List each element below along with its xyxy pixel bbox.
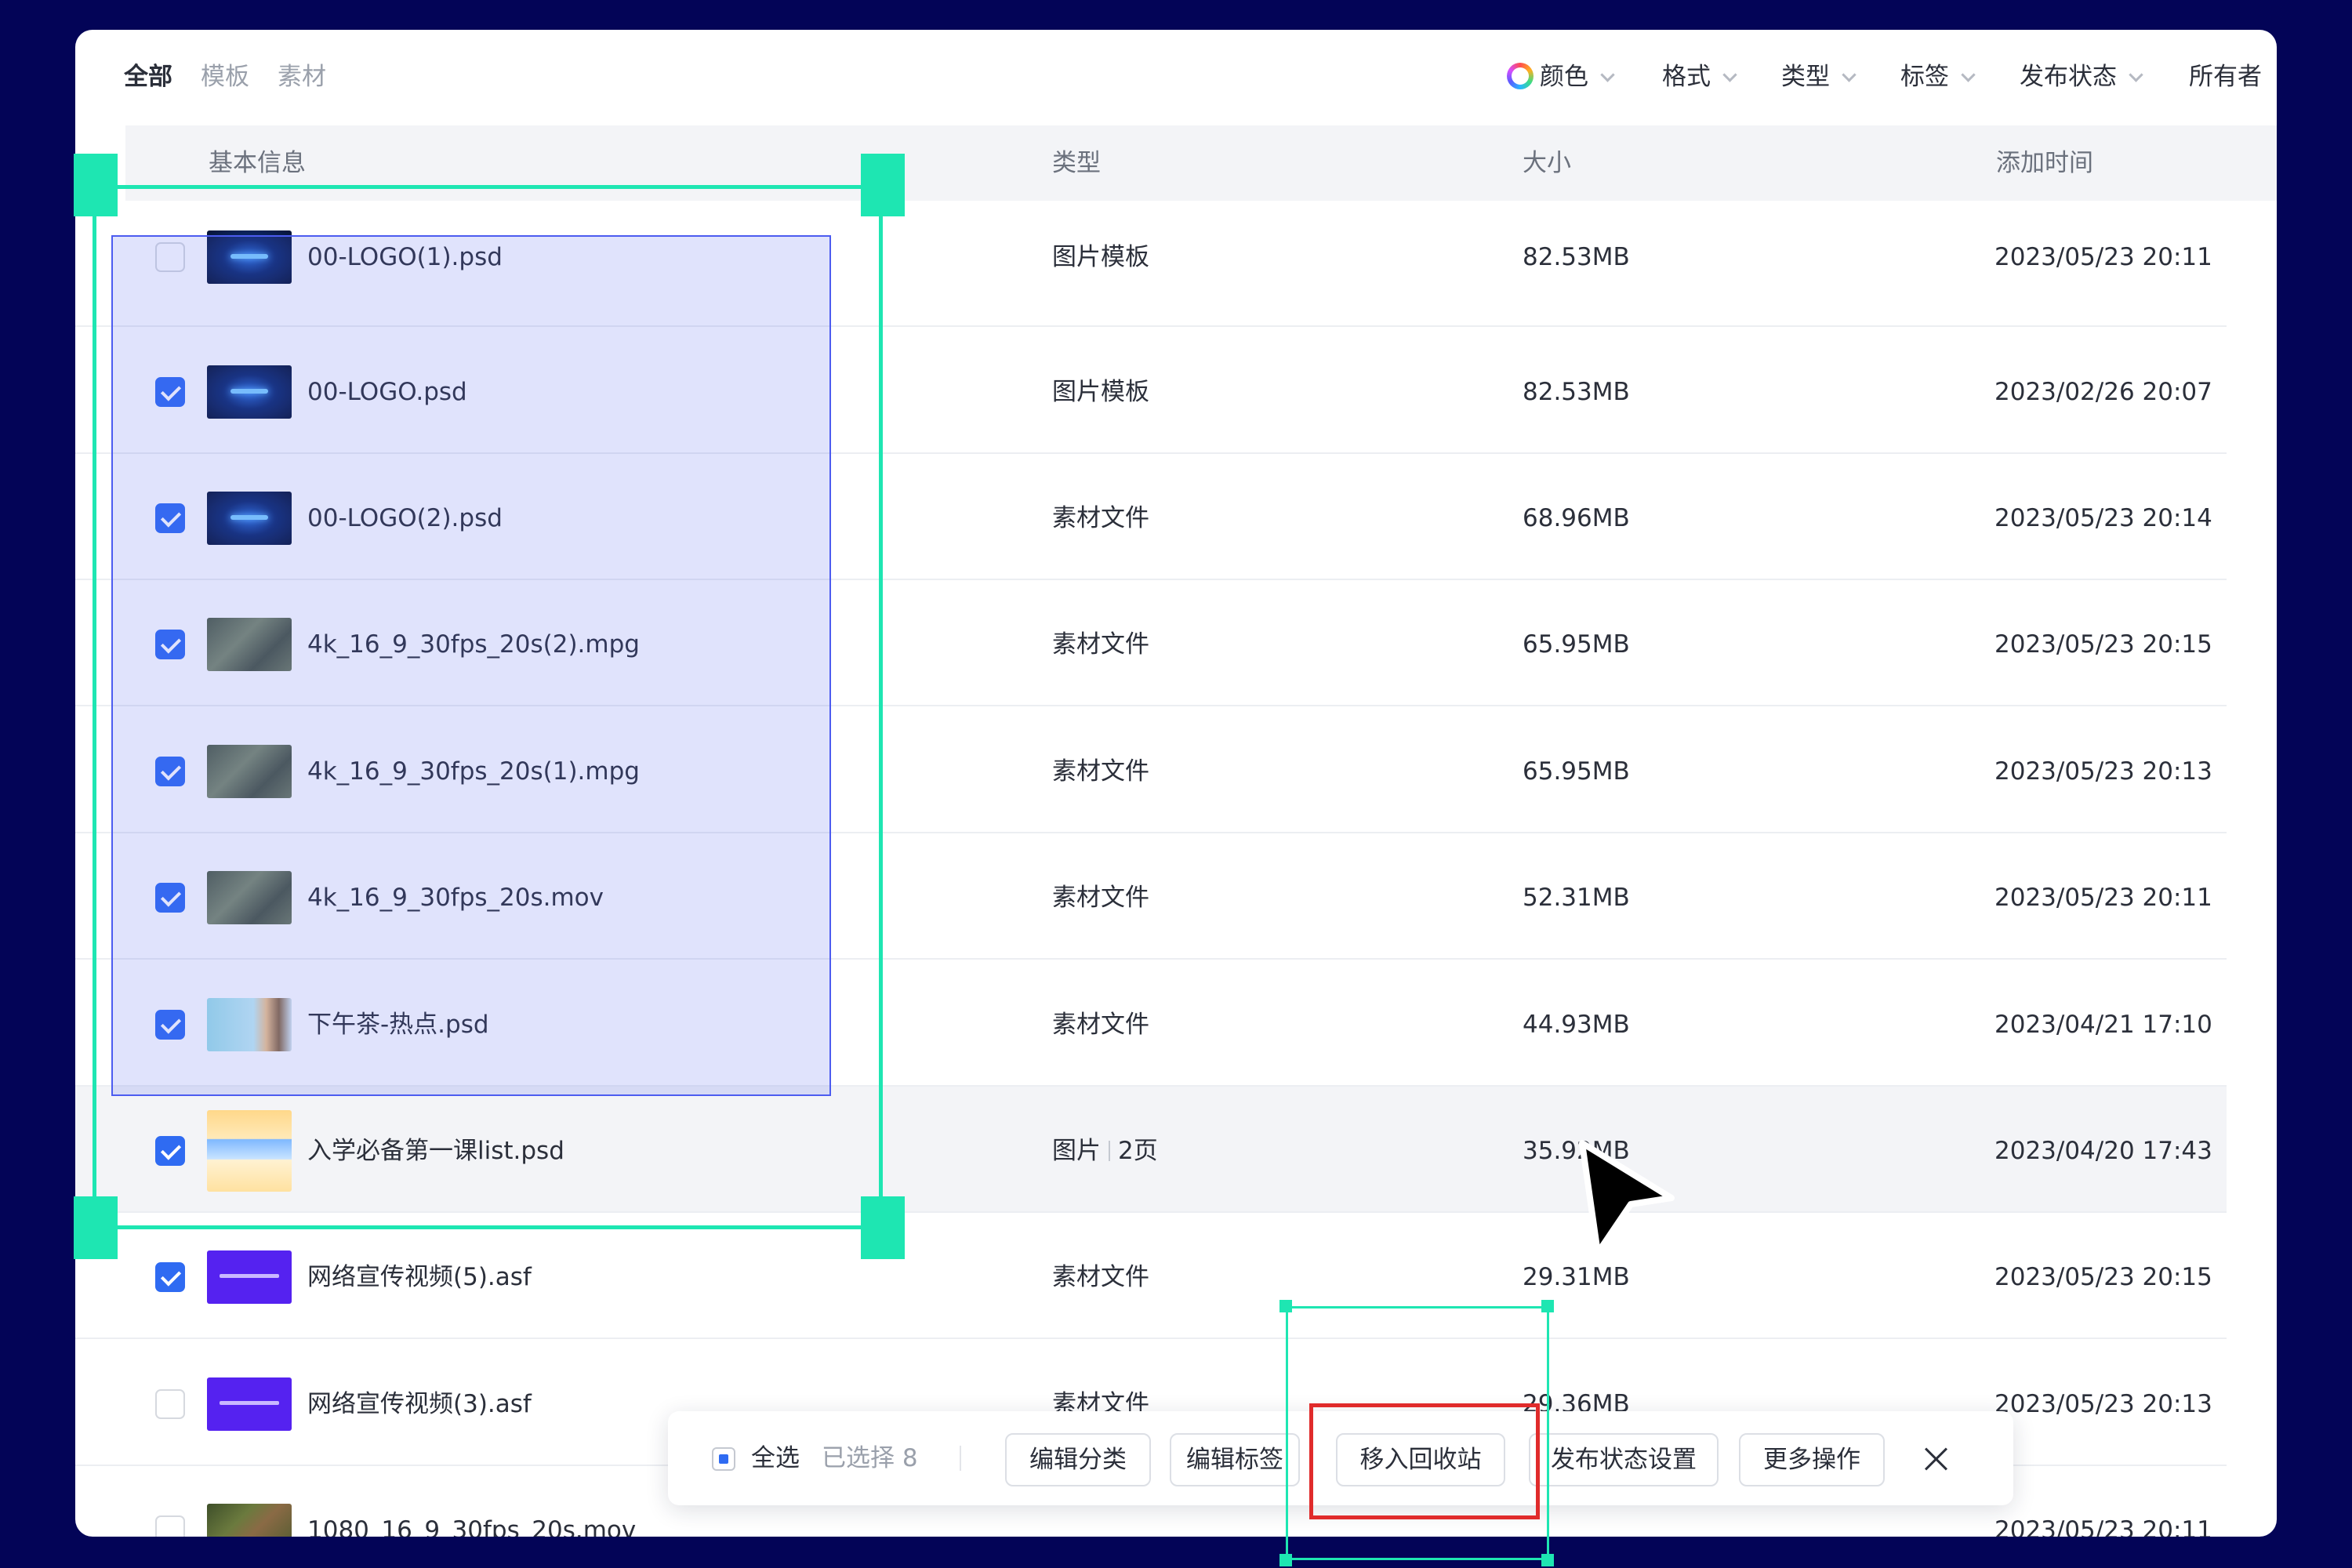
file-type: 素材文件 <box>1052 1261 1149 1293</box>
filter-tag-label: 标签 <box>1900 63 1949 91</box>
frame-handle <box>1279 1554 1292 1566</box>
resize-handle-bottom-right[interactable] <box>861 1196 905 1259</box>
tab-all[interactable]: 全部 <box>124 61 172 93</box>
row-checkbox[interactable] <box>155 1515 185 1537</box>
file-size: 29.31MB <box>1523 1263 1630 1291</box>
chevron-down-icon <box>1722 67 1737 82</box>
frame-handle <box>1541 1554 1554 1566</box>
filter-tag[interactable]: 标签 <box>1900 61 1976 93</box>
file-size: 65.95MB <box>1523 757 1630 786</box>
tab-templates[interactable]: 模板 <box>201 61 249 93</box>
edit-tags-button[interactable]: 编辑标签 <box>1170 1433 1300 1486</box>
divider <box>1109 1141 1110 1161</box>
file-type-label: 素材文件 <box>1052 504 1149 532</box>
file-size: 44.93MB <box>1523 1011 1630 1039</box>
filter-owner[interactable]: 所有者 <box>2189 61 2262 93</box>
more-actions-button[interactable]: 更多操作 <box>1739 1433 1885 1486</box>
file-type: 素材文件 <box>1052 756 1149 787</box>
page-count: 2页 <box>1118 1137 1158 1165</box>
top-toolbar: 全部 模板 素材 颜色 格式 类型 标签 发布状态 所有者 <box>75 30 2277 124</box>
added-time: 2023/05/23 20:11 <box>1994 243 2212 271</box>
chevron-down-icon <box>2129 67 2143 82</box>
selection-frame <box>93 185 883 1229</box>
file-name[interactable]: 1080_16_9_30fps_20s.mov <box>307 1515 636 1537</box>
filter-type[interactable]: 类型 <box>1781 61 1857 93</box>
file-type-label: 图片 <box>1052 1137 1101 1165</box>
close-icon[interactable] <box>1923 1446 1950 1472</box>
added-time: 2023/04/21 17:10 <box>1994 1011 2212 1039</box>
file-type-label: 素材文件 <box>1052 757 1149 786</box>
file-thumbnail <box>207 1504 292 1537</box>
added-time: 2023/04/20 17:43 <box>1994 1137 2212 1165</box>
chevron-down-icon <box>1961 67 1976 82</box>
file-type: 素材文件 <box>1052 1009 1149 1040</box>
filter-owner-label: 所有者 <box>2189 63 2262 91</box>
added-time: 2023/05/23 20:11 <box>1994 884 2212 912</box>
file-name[interactable]: 网络宣传视频(3).asf <box>307 1388 532 1420</box>
row-checkbox[interactable] <box>155 1262 185 1292</box>
file-type-label: 素材文件 <box>1052 1011 1149 1039</box>
mouse-cursor-icon <box>1579 1140 1675 1256</box>
file-type-label: 素材文件 <box>1052 884 1149 912</box>
resize-handle-top-left[interactable] <box>74 154 118 216</box>
chevron-down-icon <box>1600 67 1615 82</box>
publish-status-settings-button[interactable]: 发布状态设置 <box>1529 1433 1719 1486</box>
file-type: 素材文件 <box>1052 629 1149 660</box>
file-type: 图片模板 <box>1052 376 1149 408</box>
file-thumbnail <box>207 1250 292 1304</box>
filter-color[interactable]: 颜色 <box>1507 61 1615 93</box>
file-size: 82.53MB <box>1523 243 1630 271</box>
file-size: 68.96MB <box>1523 504 1630 532</box>
added-time: 2023/05/23 20:14 <box>1994 504 2212 532</box>
select-all-label[interactable]: 全选 <box>751 1443 800 1474</box>
filter-color-label: 颜色 <box>1540 63 1588 91</box>
column-basic-info[interactable]: 基本信息 <box>209 147 306 179</box>
file-thumbnail <box>207 1377 292 1431</box>
edit-category-button[interactable]: 编辑分类 <box>1005 1433 1151 1486</box>
select-all-checkbox[interactable] <box>712 1447 735 1471</box>
added-time: 2023/02/26 20:07 <box>1994 378 2212 406</box>
filter-publish-status-label: 发布状态 <box>2020 63 2117 91</box>
table-row[interactable]: 网络宣传视频(5).asf 素材文件 29.31MB 2023/05/23 20:15 <box>75 1213 2227 1339</box>
divider <box>960 1446 961 1471</box>
column-size[interactable]: 大小 <box>1523 147 1571 179</box>
frame-handle <box>1541 1300 1554 1312</box>
file-type-label: 图片模板 <box>1052 243 1149 271</box>
file-type: 素材文件 <box>1052 882 1149 913</box>
file-type-label: 素材文件 <box>1052 630 1149 659</box>
file-type: 素材文件 <box>1052 503 1149 534</box>
filter-format-label: 格式 <box>1662 63 1711 91</box>
color-ring-icon <box>1507 63 1534 89</box>
added-time: 2023/05/23 20:15 <box>1994 1263 2212 1291</box>
file-size: 52.31MB <box>1523 884 1630 912</box>
file-size: 65.95MB <box>1523 630 1630 659</box>
filter-type-label: 类型 <box>1781 63 1830 91</box>
row-checkbox[interactable] <box>155 1389 185 1419</box>
file-type: 图片模板 <box>1052 241 1149 273</box>
added-time: 2023/05/23 20:13 <box>1994 1390 2212 1418</box>
recycle-button-highlight <box>1309 1403 1540 1519</box>
added-time: 2023/05/23 20:15 <box>1994 630 2212 659</box>
frame-handle <box>1279 1300 1292 1312</box>
chevron-down-icon <box>1842 67 1857 82</box>
column-added-time[interactable]: 添加时间 <box>1996 147 2093 179</box>
file-type: 图片 2页 <box>1052 1135 1158 1167</box>
column-type[interactable]: 类型 <box>1052 147 1101 179</box>
tab-materials[interactable]: 素材 <box>278 61 326 93</box>
resize-handle-top-right[interactable] <box>861 154 905 216</box>
added-time: 2023/05/23 20:13 <box>1994 757 2212 786</box>
filter-publish-status[interactable]: 发布状态 <box>2020 61 2143 93</box>
file-type-label: 图片模板 <box>1052 378 1149 406</box>
file-size: 82.53MB <box>1523 378 1630 406</box>
added-time: 2023/05/23 20:11 <box>1994 1516 2212 1537</box>
file-name[interactable]: 网络宣传视频(5).asf <box>307 1261 532 1293</box>
resize-handle-bottom-left[interactable] <box>74 1196 118 1259</box>
file-type-label: 素材文件 <box>1052 1263 1149 1291</box>
selected-count: 已选择 8 <box>822 1444 918 1472</box>
filter-format[interactable]: 格式 <box>1662 61 1737 93</box>
